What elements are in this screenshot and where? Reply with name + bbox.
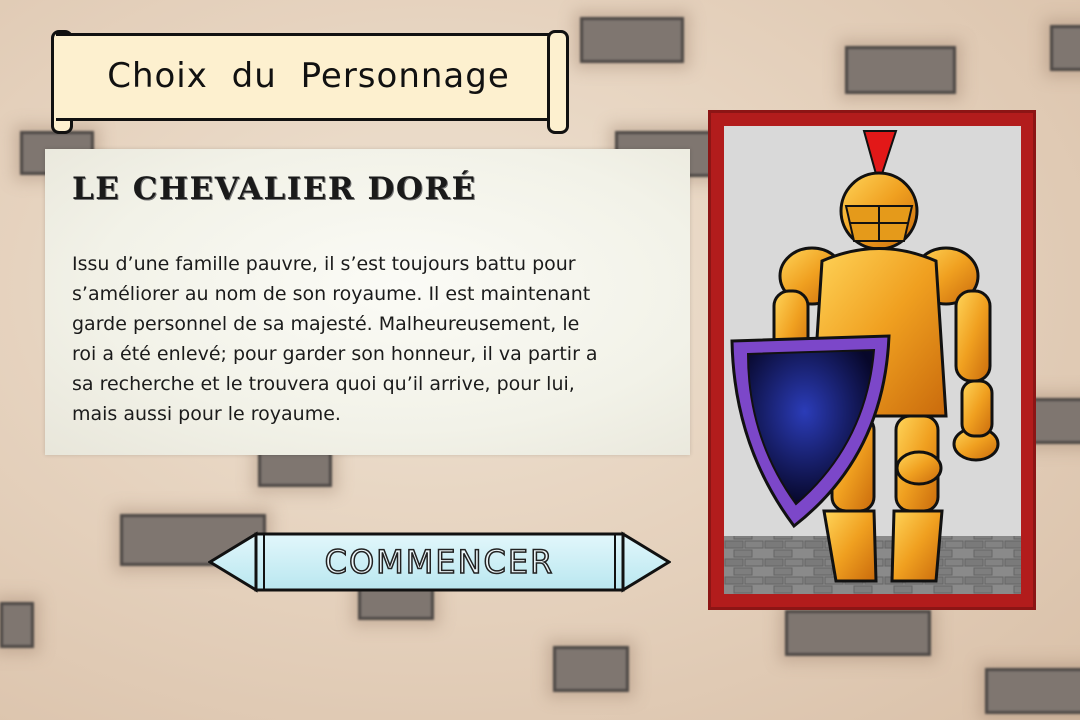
title-scroll: Choix du Personnage (56, 33, 561, 121)
description-line: mais aussi pour le royaume. (72, 403, 341, 425)
character-description: Issu d’une famille pauvre, il s’est touj… (72, 249, 672, 429)
character-name: LE CHEVALIER DORÉ (72, 171, 477, 207)
start-button[interactable]: COMMENCER (208, 531, 671, 593)
background-brick (553, 646, 629, 692)
description-line: s’améliorer au nom de son royaume. Il es… (72, 283, 591, 305)
background-brick (985, 668, 1080, 714)
background-brick (258, 451, 332, 487)
background-brick (845, 46, 956, 94)
scroll-roll-right (547, 30, 569, 134)
description-line: roi a été enlevé; pour garder son honneu… (72, 343, 598, 365)
character-portrait-frame (708, 110, 1036, 610)
character-description-card: LE CHEVALIER DORÉ Issu d’une famille pau… (45, 149, 690, 455)
page-title: Choix du Personnage (107, 56, 510, 96)
golden-knight-icon (724, 130, 1021, 594)
background-brick (1050, 25, 1080, 71)
background-brick (785, 610, 931, 656)
description-line: sa recherche et le trouvera quoi qu’il a… (72, 373, 575, 395)
description-line: garde personnel de sa majesté. Malheureu… (72, 313, 580, 335)
background-brick (0, 602, 34, 648)
character-portrait (724, 126, 1021, 594)
start-button-label: COMMENCER (324, 542, 555, 582)
background-brick (580, 17, 684, 63)
description-line: Issu d’une famille pauvre, il s’est touj… (72, 253, 576, 275)
background-brick (1030, 398, 1080, 444)
